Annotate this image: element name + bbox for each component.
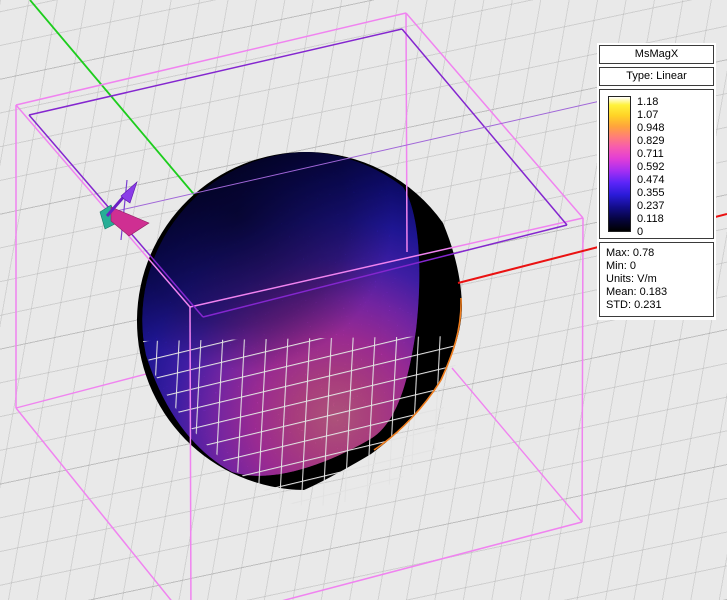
colorbar-tick: 0.118 xyxy=(637,213,665,226)
colorbar-tick-labels: 1.181.070.9480.8290.7110.5920.4740.3550.… xyxy=(637,90,665,238)
colorbar-tick: 0.474 xyxy=(637,174,665,187)
stat-line: Max: 0.78 xyxy=(606,247,707,260)
colorbar-tick: 0.948 xyxy=(637,122,665,135)
colorbar-tick: 0.829 xyxy=(637,135,665,148)
dipole-antenna-marker xyxy=(100,180,149,240)
stat-line: STD: 0.231 xyxy=(606,299,707,312)
field-sphere xyxy=(80,58,483,506)
stat-line: Mean: 0.183 xyxy=(606,286,707,299)
arrow-head xyxy=(121,182,137,203)
simulation-viewport[interactable]: MsMagX Type: Linear 1.181.070.9480.8290.… xyxy=(0,0,727,600)
legend-scale-type: Type: Linear xyxy=(599,67,714,86)
colorbar-tick: 0.355 xyxy=(637,187,665,200)
colorbar-tick: 0 xyxy=(637,226,665,239)
colorbar-swatch xyxy=(608,96,631,232)
stat-line: Min: 0 xyxy=(606,260,707,273)
legend-panel: MsMagX Type: Linear 1.181.070.9480.8290.… xyxy=(597,43,716,320)
colorbar-tick: 0.592 xyxy=(637,161,665,174)
legend-colorbar: 1.181.070.9480.8290.7110.5920.4740.3550.… xyxy=(599,89,714,239)
colorbar-tick: 1.07 xyxy=(637,109,665,122)
cone-magenta xyxy=(111,207,149,236)
axis-line-green xyxy=(30,0,197,198)
colorbar-tick: 1.18 xyxy=(637,96,665,109)
colorbar-tick: 0.711 xyxy=(637,148,665,161)
stat-line: Units: V/m xyxy=(606,273,707,286)
legend-stats: Max: 0.78Min: 0Units: V/mMean: 0.183STD:… xyxy=(599,242,714,317)
legend-title: MsMagX xyxy=(599,45,714,64)
colorbar-tick: 0.237 xyxy=(637,200,665,213)
